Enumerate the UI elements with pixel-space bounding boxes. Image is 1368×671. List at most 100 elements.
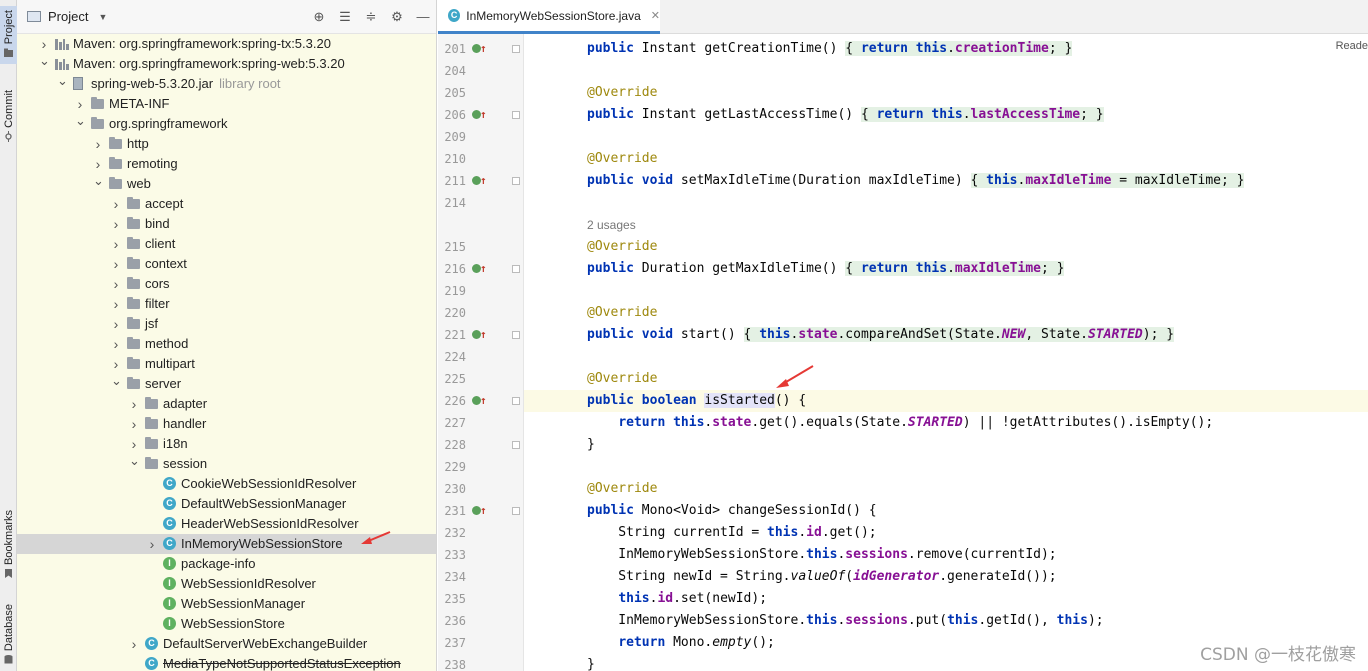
gutter-line[interactable]: 219 [438, 280, 524, 302]
gutter-line[interactable]: 210 [438, 148, 524, 170]
project-view-selector[interactable]: Project [48, 9, 88, 24]
gutter-line[interactable]: 221 [438, 324, 524, 346]
gutter-line[interactable]: 230 [438, 478, 524, 500]
gutter-line[interactable]: 232 [438, 522, 524, 544]
gutter-line[interactable]: 233 [438, 544, 524, 566]
gutter-line[interactable]: 234 [438, 566, 524, 588]
gutter-line[interactable]: 201 [438, 38, 524, 60]
tree-node[interactable]: C CookieWebSessionIdResolver [17, 474, 436, 494]
tree-node[interactable]: Ipackage-info [17, 554, 436, 574]
editor-tab-active[interactable]: C InMemoryWebSessionStore.java ✕ [438, 0, 660, 34]
collapse-all-icon[interactable]: ≑ [364, 9, 378, 25]
fold-icon[interactable] [512, 507, 520, 515]
fold-icon[interactable] [512, 265, 520, 273]
gutter-line[interactable]: 205 [438, 82, 524, 104]
fold-icon[interactable] [512, 441, 520, 449]
tree-node[interactable]: I WebSessionIdResolver [17, 574, 436, 594]
gutter-line[interactable]: 224 [438, 346, 524, 368]
gutter-line[interactable]: 211 [438, 170, 524, 192]
tree-node[interactable]: ⌄ server [17, 374, 436, 394]
chevron-right-icon[interactable]: › [147, 534, 157, 554]
chevron-right-icon[interactable]: › [93, 154, 103, 174]
chevron-right-icon[interactable]: › [111, 234, 121, 254]
chevron-right-icon[interactable]: › [111, 274, 121, 294]
tree-node[interactable]: C MediaTypeNotSupportedStatusException [17, 654, 436, 671]
tree-node[interactable]: › Maven: org.springframework:spring-tx:5.… [17, 34, 436, 54]
tree-node[interactable]: I WebSessionManager [17, 594, 436, 614]
gutter-line[interactable]: 231 [438, 500, 524, 522]
gutter-line[interactable]: 216 [438, 258, 524, 280]
gutter-line[interactable] [438, 214, 524, 236]
commit-tool-tab[interactable]: Commit [0, 86, 17, 146]
gutter-line[interactable]: 238 [438, 654, 524, 671]
tree-node[interactable]: › jsf [17, 314, 436, 334]
gear-icon[interactable]: ⚙ [390, 9, 404, 25]
chevron-down-icon[interactable]: ⌄ [129, 454, 140, 468]
tree-node[interactable]: › cors [17, 274, 436, 294]
gutter-line[interactable]: 228 [438, 434, 524, 456]
gutter-line[interactable]: 225 [438, 368, 524, 390]
gutter-line[interactable]: 220 [438, 302, 524, 324]
project-tool-tab[interactable]: Project [0, 6, 17, 65]
override-icon[interactable] [472, 258, 487, 280]
fold-icon[interactable] [512, 397, 520, 405]
gutter-line[interactable]: 237 [438, 632, 524, 654]
chevron-right-icon[interactable]: › [111, 194, 121, 214]
tree-node[interactable]: C DefaultWebSessionManager [17, 494, 436, 514]
tree-node[interactable]: › adapter [17, 394, 436, 414]
tree-node[interactable]: › handler [17, 414, 436, 434]
tree-node[interactable]: ⌄ session [17, 454, 436, 474]
chevron-right-icon[interactable]: › [129, 394, 139, 414]
chevron-right-icon[interactable]: › [111, 294, 121, 314]
tree-node[interactable]: › i18n [17, 434, 436, 454]
gutter-line[interactable]: 206 [438, 104, 524, 126]
tree-node[interactable]: › multipart [17, 354, 436, 374]
chevron-down-icon[interactable]: ▼ [98, 12, 107, 22]
chevron-down-icon[interactable]: ⌄ [39, 54, 50, 68]
gutter-line[interactable]: 235 [438, 588, 524, 610]
chevron-down-icon[interactable]: ⌄ [75, 114, 86, 128]
override-icon[interactable] [472, 38, 487, 60]
tree-node[interactable]: › http [17, 134, 436, 154]
chevron-down-icon[interactable]: ⌄ [93, 174, 104, 188]
fold-icon[interactable] [512, 111, 520, 119]
gutter-line[interactable]: 204 [438, 60, 524, 82]
tree-node[interactable]: › META-INF [17, 94, 436, 114]
chevron-right-icon[interactable]: › [111, 254, 121, 274]
gutter-line[interactable]: 226 [438, 390, 524, 412]
gutter-line[interactable]: 214 [438, 192, 524, 214]
chevron-down-icon[interactable]: ⌄ [111, 374, 122, 388]
tree-node[interactable]: I WebSessionStore [17, 614, 436, 634]
tree-node[interactable]: › remoting [17, 154, 436, 174]
gutter-line[interactable]: 236 [438, 610, 524, 632]
gutter-line[interactable]: 209 [438, 126, 524, 148]
gutter-line[interactable]: 227 [438, 412, 524, 434]
tree-node[interactable]: ⌄ Maven: org.springframework:spring-web:5… [17, 54, 436, 74]
chevron-right-icon[interactable]: › [129, 634, 139, 654]
locate-icon[interactable]: ⊕ [312, 9, 326, 25]
database-tool-tab[interactable]: Database [0, 600, 17, 669]
chevron-right-icon[interactable]: › [111, 334, 121, 354]
tree-node[interactable]: › filter [17, 294, 436, 314]
reader-mode-button[interactable]: Reade [1336, 40, 1368, 52]
bookmarks-tool-tab[interactable]: Bookmarks [0, 506, 17, 583]
tree-node[interactable]: › bind [17, 214, 436, 234]
chevron-right-icon[interactable]: › [111, 354, 121, 374]
gutter-line[interactable]: 215 [438, 236, 524, 258]
override-icon[interactable] [472, 390, 487, 412]
chevron-right-icon[interactable]: › [129, 434, 139, 454]
tree-node[interactable]: ⌄ web [17, 174, 436, 194]
tree-node[interactable]: › method [17, 334, 436, 354]
tree-node[interactable]: › context [17, 254, 436, 274]
chevron-right-icon[interactable]: › [111, 314, 121, 334]
fold-icon[interactable] [512, 177, 520, 185]
override-icon[interactable] [472, 104, 487, 126]
chevron-right-icon[interactable]: › [75, 94, 85, 114]
chevron-right-icon[interactable]: › [111, 214, 121, 234]
hide-icon[interactable]: — [416, 9, 430, 25]
tree-node[interactable]: › accept [17, 194, 436, 214]
tree-node[interactable]: › client [17, 234, 436, 254]
chevron-right-icon[interactable]: › [39, 34, 49, 54]
usages-hint[interactable]: 2 usages [524, 214, 1368, 236]
fold-icon[interactable] [512, 331, 520, 339]
